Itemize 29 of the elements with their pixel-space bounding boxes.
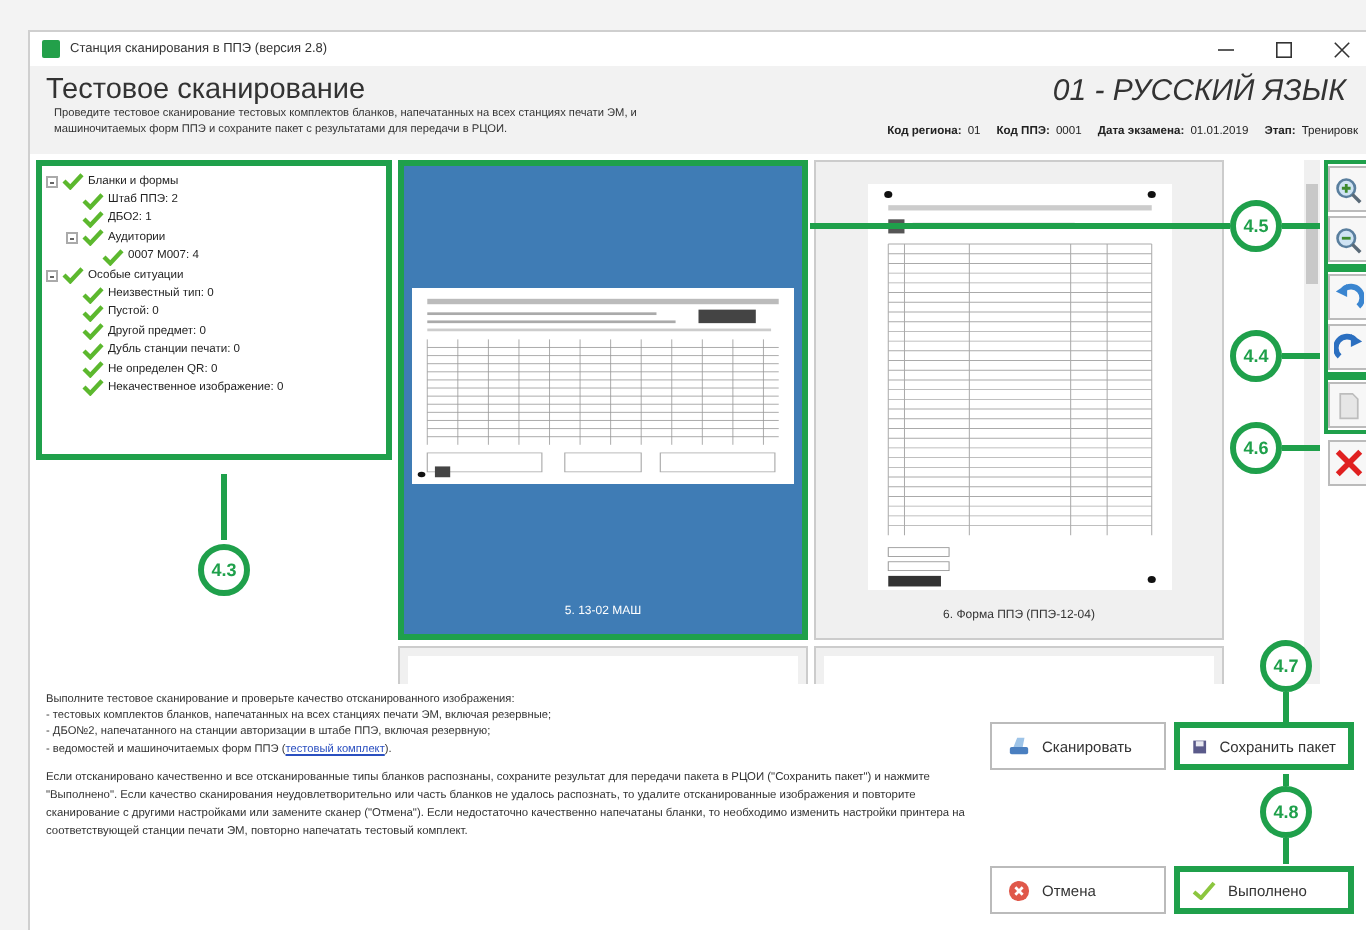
- leader-line: [1282, 445, 1320, 451]
- expander-icon[interactable]: [46, 269, 58, 282]
- toolbar-button[interactable]: [1328, 216, 1366, 262]
- close-icon[interactable]: [1334, 41, 1350, 57]
- delete-icon: [1333, 448, 1363, 478]
- rotate-right-icon: [1333, 332, 1363, 362]
- toolbar-button[interactable]: [1328, 166, 1366, 212]
- maximize-icon[interactable]: [1276, 41, 1292, 57]
- zoom-out-icon: [1334, 225, 1362, 253]
- app-icon: [42, 40, 60, 58]
- zoom-in-icon: [1334, 175, 1362, 203]
- blank-page-icon: [1337, 391, 1359, 419]
- leader-line: [1282, 353, 1320, 359]
- toolbar-button[interactable]: [1328, 324, 1366, 370]
- expander-icon[interactable]: [66, 231, 78, 244]
- cancel-icon: [1008, 879, 1030, 901]
- subject-title: 01 - РУССКИЙ ЯЗЫК: [1052, 74, 1346, 110]
- page-title: Тестовое сканирование: [46, 74, 368, 107]
- minimize-icon[interactable]: [1218, 47, 1234, 51]
- check-icon: [1192, 880, 1216, 900]
- rotate-left-icon: [1333, 282, 1363, 312]
- expander-icon[interactable]: [46, 175, 58, 188]
- leader-line: [1283, 692, 1289, 724]
- leader-line: [1282, 223, 1320, 229]
- toolbar-button[interactable]: [1328, 274, 1366, 320]
- scanner-icon: [1008, 735, 1030, 757]
- leader-line: [221, 474, 227, 540]
- toolbar-button[interactable]: [1328, 440, 1366, 486]
- scrollbar[interactable]: [1304, 160, 1320, 684]
